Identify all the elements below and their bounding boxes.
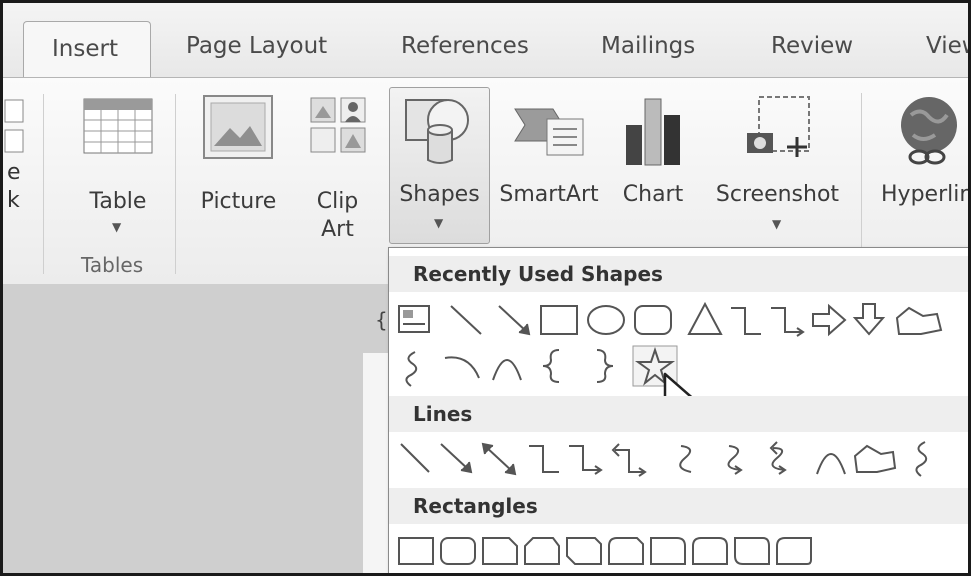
chevron-down-icon: ▼ [772, 217, 782, 231]
recently-used-shapes-row-2 [405, 345, 678, 387]
freeform-shape[interactable] [895, 306, 943, 335]
clip-art-label-1: Clip [316, 189, 359, 214]
right-brace-shape[interactable] [596, 349, 614, 383]
oval-shape[interactable] [587, 305, 625, 335]
curve-shape[interactable] [492, 359, 522, 381]
elbow-connector-shape[interactable] [529, 445, 559, 473]
separator [175, 94, 176, 274]
chart-label: Chart [622, 182, 684, 207]
rectangles-row [398, 537, 812, 565]
table-icon [83, 98, 153, 154]
snip-diagonal-corner-rectangle-shape[interactable] [566, 537, 602, 565]
round-single-corner-rectangle-shape[interactable] [650, 537, 686, 565]
hyperlink-globe-icon [901, 97, 957, 165]
picture-label: Picture [200, 189, 277, 214]
elbow-double-arrow-connector-shape[interactable] [611, 443, 647, 477]
left-brace-shape[interactable] [542, 349, 560, 383]
partial-label-1: e [7, 160, 21, 185]
elbow-arrow-connector-shape[interactable] [569, 445, 603, 475]
picture-button[interactable]: Picture [191, 88, 286, 214]
scribble-shape[interactable] [915, 441, 928, 477]
shapes-dropdown: Recently Used Shapes Lines Rectangles [388, 247, 968, 573]
word-window: Insert Page Layout References Mailings R… [0, 0, 971, 576]
smartart-label: SmartArt [499, 182, 599, 207]
partial-left-button[interactable]: e k [3, 88, 33, 218]
snip-single-corner-rectangle-shape[interactable] [482, 537, 518, 565]
tab-mailings[interactable]: Mailings [601, 33, 695, 59]
smartart-button[interactable]: SmartArt [495, 87, 603, 217]
section-header-recently-used: Recently Used Shapes [389, 256, 968, 292]
partial-label-2: k [7, 188, 20, 213]
hyperlink-label: Hyperlink [881, 182, 968, 207]
snip-same-side-corner-rectangle-shape[interactable] [524, 537, 560, 565]
section-title: Lines [413, 402, 473, 426]
table-button[interactable]: Table ▼ [73, 88, 163, 234]
smartart-icon [514, 108, 584, 156]
chevron-down-icon: ▼ [112, 220, 122, 234]
screenshot-button[interactable]: Screenshot ▼ [705, 87, 850, 237]
rounded-corner-rectangle-shape[interactable] [776, 537, 812, 565]
tab-view[interactable]: View [926, 33, 968, 59]
tab-review[interactable]: Review [771, 33, 853, 59]
triangle-shape[interactable] [687, 301, 723, 335]
tab-references[interactable]: References [401, 33, 529, 59]
picture-icon [203, 95, 273, 159]
tables-group-label: Tables [81, 253, 144, 277]
partial-icon [4, 99, 24, 153]
shapes-button[interactable]: Shapes ▼ [389, 87, 490, 244]
elbow-arrow-connector-shape[interactable] [771, 307, 805, 337]
curved-connector-shape[interactable] [679, 445, 692, 473]
chart-icon [626, 98, 680, 166]
clip-art-icon [310, 97, 366, 153]
curve-shape[interactable] [816, 453, 846, 475]
curved-arrow-connector-shape[interactable] [727, 445, 743, 475]
section-title: Recently Used Shapes [413, 262, 663, 286]
section-title: Rectangles [413, 494, 538, 518]
rectangle-shape[interactable] [398, 537, 434, 565]
separator [861, 93, 862, 273]
freeform-shape[interactable] [853, 444, 897, 473]
arrow-line-shape[interactable] [498, 305, 531, 336]
ribbon-tab-bar: Insert Page Layout References Mailings R… [3, 3, 968, 79]
curved-double-arrow-connector-shape[interactable] [769, 441, 787, 475]
shapes-label: Shapes [399, 182, 480, 207]
right-arrow-shape[interactable] [812, 303, 847, 337]
separator [43, 94, 44, 274]
lines-row [400, 441, 928, 477]
rounded-rectangle-shape[interactable] [634, 305, 672, 335]
section-header-lines: Lines [389, 396, 968, 432]
hyperlink-button[interactable]: Hyperlink [875, 87, 968, 217]
chevron-down-icon: ▼ [434, 216, 444, 230]
section-header-rectangles: Rectangles [389, 488, 968, 524]
recently-used-shapes-row [398, 301, 943, 337]
line-shape[interactable] [400, 443, 430, 473]
line-shape[interactable] [450, 305, 482, 335]
chart-button[interactable]: Chart [613, 87, 693, 217]
arrow-line-shape[interactable] [440, 443, 473, 474]
rounded-rectangle-shape[interactable] [440, 537, 476, 565]
clip-art-button[interactable]: Clip Art [295, 88, 380, 242]
snip-and-round-rectangle-shape[interactable] [608, 537, 644, 565]
clip-art-label-2: Art [321, 217, 354, 242]
table-label: Table [89, 189, 147, 214]
tab-page-layout[interactable]: Page Layout [186, 33, 327, 59]
shapes-icon [405, 99, 469, 164]
round-same-side-corner-rectangle-shape[interactable] [692, 537, 728, 565]
down-arrow-shape[interactable] [852, 303, 886, 336]
scribble-shape[interactable] [405, 351, 418, 387]
round-diagonal-corner-rectangle-shape[interactable] [734, 537, 770, 565]
arc-shape[interactable] [444, 356, 480, 379]
screenshot-label: Screenshot [715, 182, 840, 207]
screenshot-icon [747, 96, 810, 157]
elbow-connector-shape[interactable] [731, 307, 761, 335]
tab-insert[interactable]: Insert [23, 21, 151, 79]
double-arrow-line-shape[interactable] [481, 442, 517, 476]
text-box-shape[interactable] [398, 305, 430, 333]
paragraph-mark-fragment: { [375, 308, 388, 332]
rectangle-shape[interactable] [540, 305, 578, 335]
